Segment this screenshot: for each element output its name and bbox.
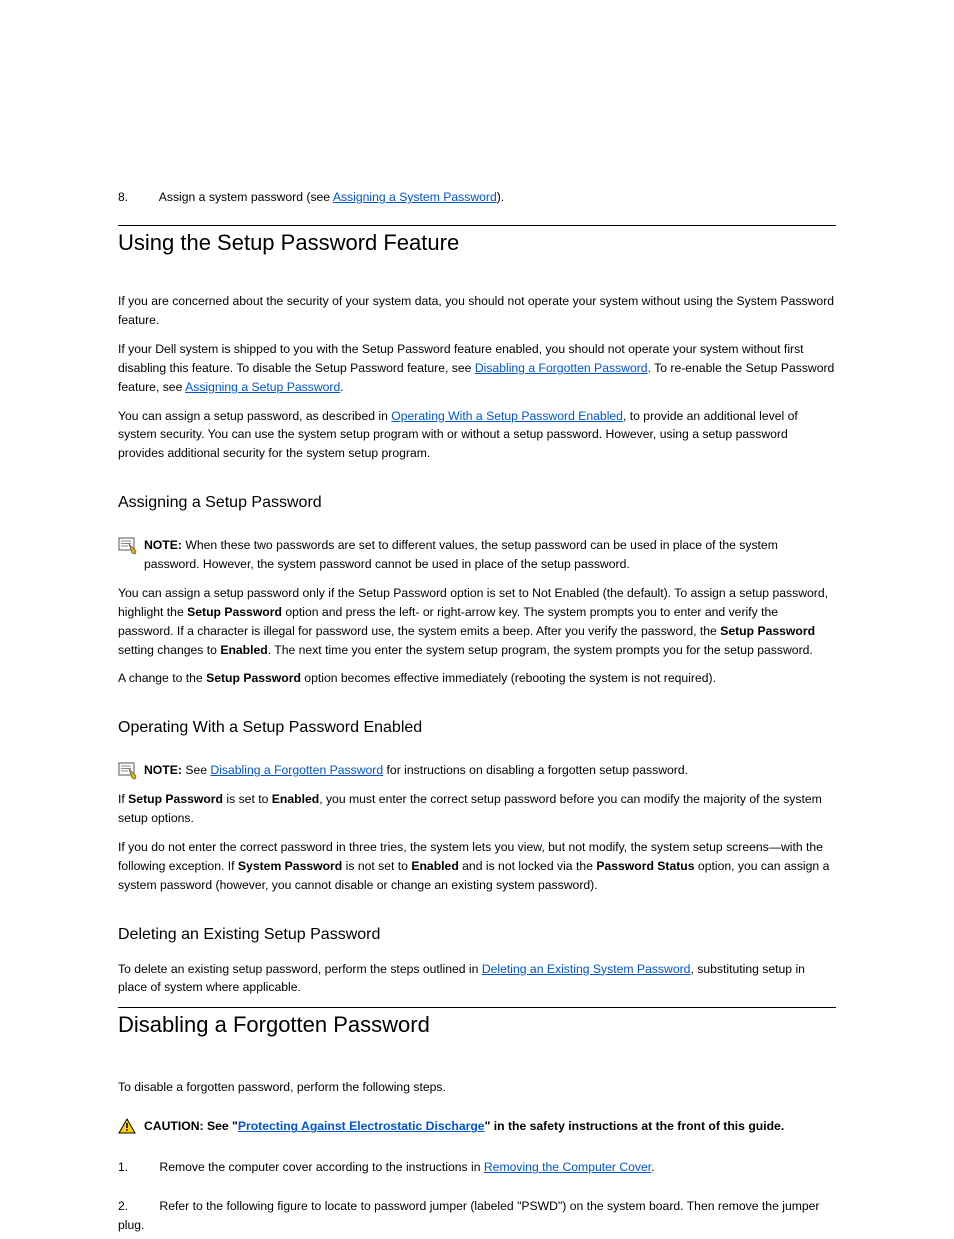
op-p2-bold2: Enabled: [411, 859, 458, 873]
step-8-number: 8.: [118, 188, 156, 207]
setup-para-2c: .: [340, 380, 343, 394]
dis-step-2-text: Refer to the following figure to locate …: [118, 1199, 820, 1232]
assign-p2-bold: Setup Password: [206, 671, 301, 685]
op-p2-b: is not set to: [342, 859, 411, 873]
assign-p1-bold1: Setup Password: [187, 605, 282, 619]
note-2-b: for instructions on disabling a forgotte…: [383, 763, 688, 777]
op-p1-b: is set to: [223, 792, 272, 806]
op-para-2: If you do not enter the correct password…: [118, 838, 836, 895]
op-p2-bold1: System Password: [238, 859, 342, 873]
dis-step-1: 1. Remove the computer cover according t…: [118, 1158, 836, 1177]
link-disable-forgotten-2[interactable]: Disabling a Forgotten Password: [210, 763, 383, 777]
caution-icon: [118, 1118, 144, 1134]
setup-para-3a: You can assign a setup password, as desc…: [118, 409, 391, 423]
setup-para-2: If your Dell system is shipped to you wi…: [118, 340, 836, 397]
op-p1-a: If: [118, 792, 128, 806]
setup-para-1: If you are concerned about the security …: [118, 292, 836, 330]
op-p2-c: and is not locked via the: [459, 859, 597, 873]
heading-setup-password-feature: Using the Setup Password Feature: [118, 226, 836, 260]
op-para-1: If Setup Password is set to Enabled, you…: [118, 790, 836, 828]
note-icon: [118, 537, 144, 555]
note-2: NOTE: See Disabling a Forgotten Password…: [118, 761, 836, 780]
note-1-label: NOTE:: [144, 538, 185, 552]
note-1: NOTE: When these two passwords are set t…: [118, 536, 836, 574]
dis-step-1-num: 1.: [118, 1158, 156, 1177]
assign-p2-b: option becomes effective immediately (re…: [301, 671, 716, 685]
setup-para-3: You can assign a setup password, as desc…: [118, 407, 836, 464]
caution-a: See ": [207, 1119, 238, 1133]
assign-p1-bold2: Setup Password: [720, 624, 815, 638]
dis-step-2: 2. Refer to the following figure to loca…: [118, 1197, 836, 1235]
dis-step-1-a: Remove the computer cover according to t…: [159, 1160, 483, 1174]
op-p1-bold2: Enabled: [272, 792, 319, 806]
step-8: 8. Assign a system password (see Assigni…: [118, 188, 836, 207]
link-assign-setup-1[interactable]: Assigning a Setup Password: [185, 380, 340, 394]
assign-p1-c: setting changes to: [118, 643, 220, 657]
heading-operating-enabled: Operating With a Setup Password Enabled: [118, 716, 836, 741]
step-8-text-b: ).: [497, 190, 504, 204]
note-1-body: When these two passwords are set to diff…: [144, 538, 778, 571]
heading-deleting-setup-password: Deleting an Existing Setup Password: [118, 923, 836, 948]
assign-para-1: You can assign a setup password only if …: [118, 584, 836, 660]
link-deleting-system-password[interactable]: Deleting an Existing System Password: [482, 962, 691, 976]
note-2-label: NOTE:: [144, 763, 185, 777]
caution-b: " in the safety instructions at the fron…: [485, 1119, 785, 1133]
op-p1-bold1: Setup Password: [128, 792, 223, 806]
link-operating-enabled[interactable]: Operating With a Setup Password Enabled: [391, 409, 623, 423]
heading-disabling-forgotten: Disabling a Forgotten Password: [118, 1008, 836, 1042]
del-p-a: To delete an existing setup password, pe…: [118, 962, 482, 976]
link-disable-forgotten-1[interactable]: Disabling a Forgotten Password: [475, 361, 648, 375]
note-icon: [118, 762, 144, 780]
dis-step-1-b: .: [651, 1160, 654, 1174]
link-removing-cover[interactable]: Removing the Computer Cover: [484, 1160, 651, 1174]
dis-step-2-num: 2.: [118, 1197, 156, 1216]
link-assign-system-password[interactable]: Assigning a System Password: [333, 190, 497, 204]
caution-label: CAUTION:: [144, 1119, 207, 1133]
dis-para-1: To disable a forgotten password, perform…: [118, 1078, 836, 1097]
assign-p2-a: A change to the: [118, 671, 206, 685]
assign-p1-d: . The next time you enter the system set…: [268, 643, 813, 657]
assign-para-2: A change to the Setup Password option be…: [118, 669, 836, 688]
link-esd[interactable]: Protecting Against Electrostatic Dischar…: [238, 1119, 485, 1133]
op-p2-bold3: Password Status: [596, 859, 694, 873]
del-para: To delete an existing setup password, pe…: [118, 960, 836, 998]
heading-assigning-setup-password: Assigning a Setup Password: [118, 491, 836, 516]
note-2-a: See: [185, 763, 210, 777]
step-8-text-a: Assign a system password (see: [159, 190, 333, 204]
caution-1: CAUTION: See "Protecting Against Electro…: [118, 1117, 836, 1136]
assign-p1-bold3: Enabled: [220, 643, 267, 657]
